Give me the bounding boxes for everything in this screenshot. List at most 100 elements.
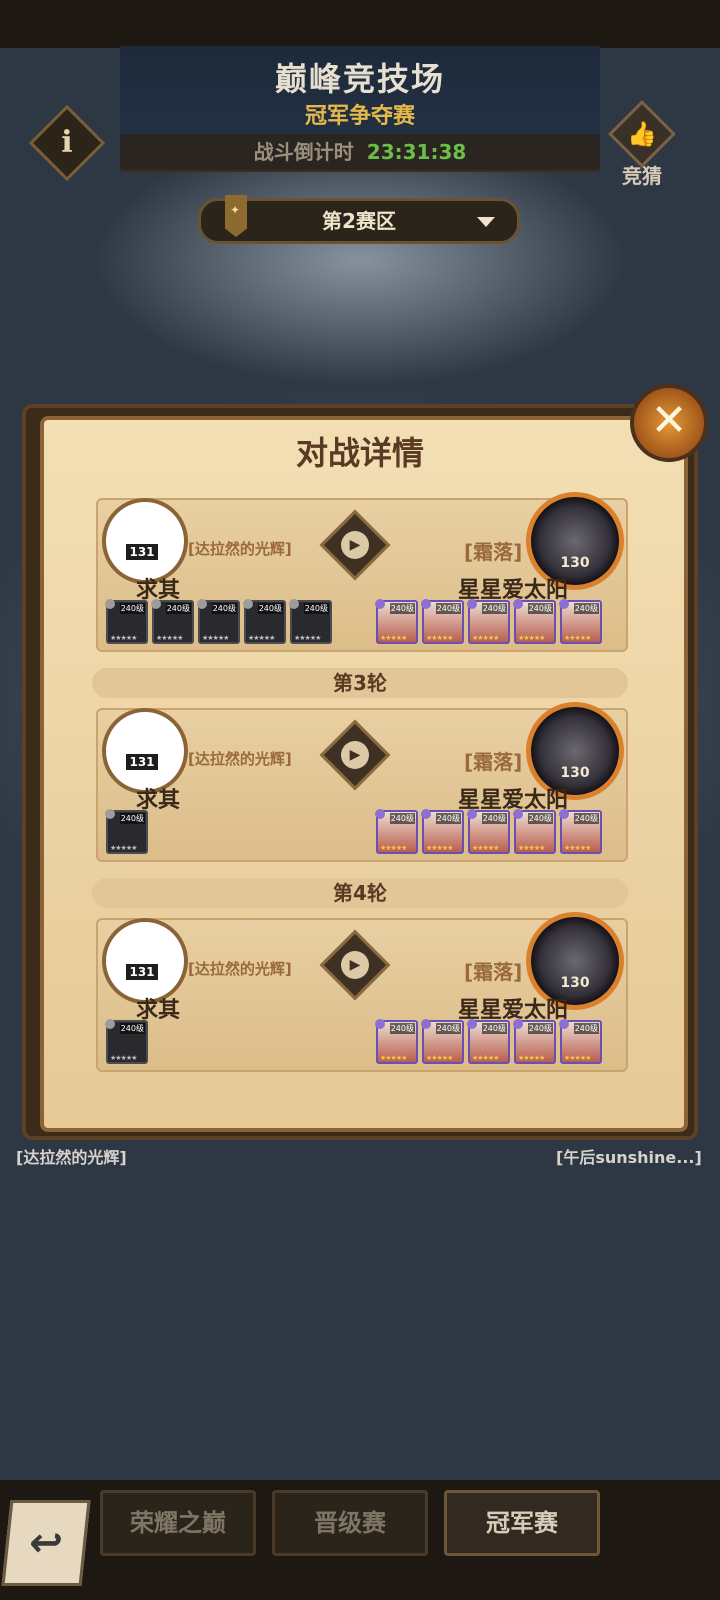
player-level: 131 bbox=[126, 754, 158, 770]
zone-label: 第2赛区 bbox=[322, 209, 396, 233]
opponent-guild: [霜落] bbox=[464, 960, 523, 984]
faction-icon bbox=[467, 599, 477, 609]
countdown-label: 战斗倒计时 bbox=[253, 140, 354, 164]
hero-slot[interactable]: 240级 ★★★★★ bbox=[559, 809, 602, 854]
star-rating: ★★★★★ bbox=[294, 634, 321, 642]
star-rating: ★★★★★ bbox=[472, 1054, 499, 1062]
match-card: 131 [达拉然的光辉] 求其 ▶ [霜落] 130 星星爱太阳 240级 ★★★… bbox=[96, 912, 628, 1072]
hero-slot[interactable]: 240级 ★★★★★ bbox=[421, 599, 464, 644]
play-icon: ▶ bbox=[341, 531, 369, 559]
star-rating: ★★★★★ bbox=[380, 1054, 407, 1062]
star-rating: ★★★★★ bbox=[472, 844, 499, 852]
tab-glory-peak[interactable]: 荣耀之巅 bbox=[100, 1490, 256, 1556]
faction-icon bbox=[421, 599, 431, 609]
guess-button[interactable]: 👍 竞猜 bbox=[604, 100, 680, 188]
star-rating: ★★★★★ bbox=[110, 1054, 137, 1062]
hero-slot[interactable]: 240级 ★★★★★ bbox=[375, 1019, 418, 1064]
hero-slot[interactable]: 240级 ★★★★★ bbox=[513, 809, 556, 854]
faction-icon bbox=[421, 1019, 431, 1029]
opponent-level: 130 bbox=[560, 975, 590, 991]
player-level: 131 bbox=[126, 544, 158, 560]
player-guild: [达拉然的光辉] bbox=[188, 540, 292, 558]
faction-icon bbox=[243, 599, 253, 609]
hero-slot[interactable]: 240级 ★★★★★ bbox=[289, 599, 332, 644]
faction-icon bbox=[197, 599, 207, 609]
star-rating: ★★★★★ bbox=[380, 634, 407, 642]
faction-icon bbox=[375, 809, 385, 819]
tab-promotion[interactable]: 晋级赛 bbox=[272, 1490, 428, 1556]
background-player-guild-right: [午后sunshine...] bbox=[556, 1148, 702, 1167]
faction-icon bbox=[559, 1019, 569, 1029]
thumbs-up-icon: 👍 bbox=[608, 100, 676, 168]
faction-icon bbox=[289, 599, 299, 609]
player-level: 131 bbox=[126, 964, 158, 980]
faction-icon bbox=[421, 809, 431, 819]
hero-slot[interactable]: 240级 ★★★★★ bbox=[105, 1019, 148, 1064]
status-bar bbox=[0, 0, 720, 48]
hero-slot[interactable]: 240级 ★★★★★ bbox=[467, 599, 510, 644]
faction-icon bbox=[513, 809, 523, 819]
dialog-title: 对战详情 bbox=[295, 434, 424, 472]
star-rating: ★★★★★ bbox=[518, 1054, 545, 1062]
hero-slot[interactable]: 240级 ★★★★★ bbox=[151, 599, 194, 644]
star-rating: ★★★★★ bbox=[564, 1054, 591, 1062]
hero-slot[interactable]: 240级 ★★★★★ bbox=[105, 599, 148, 644]
star-rating: ★★★★★ bbox=[518, 844, 545, 852]
replay-button[interactable]: ▶ bbox=[319, 509, 391, 581]
round-label: 第4轮 bbox=[92, 878, 628, 908]
star-rating: ★★★★★ bbox=[564, 844, 591, 852]
star-rating: ★★★★★ bbox=[202, 634, 229, 642]
player-guild: [达拉然的光辉] bbox=[188, 750, 292, 768]
hero-slot[interactable]: 240级 ★★★★★ bbox=[105, 809, 148, 854]
hero-slot[interactable]: 240级 ★★★★★ bbox=[467, 1019, 510, 1064]
chevron-down-icon bbox=[477, 217, 495, 227]
page-title: 巅峰竞技场 bbox=[274, 60, 445, 98]
opponent-level: 130 bbox=[560, 765, 590, 781]
star-rating: ★★★★★ bbox=[156, 634, 183, 642]
player-guild: [达拉然的光辉] bbox=[188, 960, 292, 978]
back-button[interactable]: ↩ bbox=[1, 1500, 91, 1586]
star-rating: ★★★★★ bbox=[518, 634, 545, 642]
hero-slot[interactable]: 240级 ★★★★★ bbox=[513, 599, 556, 644]
star-rating: ★★★★★ bbox=[472, 634, 499, 642]
faction-icon bbox=[105, 809, 115, 819]
hero-slot[interactable]: 240级 ★★★★★ bbox=[375, 809, 418, 854]
hero-slot[interactable]: 240级 ★★★★★ bbox=[421, 809, 464, 854]
back-arrow-icon: ↩ bbox=[26, 1520, 66, 1566]
opponent-guild: [霜落] bbox=[464, 540, 523, 564]
replay-button[interactable]: ▶ bbox=[319, 719, 391, 791]
faction-icon bbox=[375, 1019, 385, 1029]
faction-icon bbox=[375, 599, 385, 609]
hero-slot[interactable]: 240级 ★★★★★ bbox=[421, 1019, 464, 1064]
match-card: 131 [达拉然的光辉] 求其 ▶ [霜落] 130 星星爱太阳 240级 ★★★… bbox=[96, 702, 628, 862]
round-label: 第3轮 bbox=[92, 668, 628, 698]
hero-slot[interactable]: 240级 ★★★★★ bbox=[467, 809, 510, 854]
star-rating: ★★★★★ bbox=[426, 844, 453, 852]
play-icon: ▶ bbox=[341, 741, 369, 769]
faction-icon bbox=[559, 809, 569, 819]
faction-icon bbox=[513, 1019, 523, 1029]
faction-icon bbox=[467, 809, 477, 819]
faction-icon bbox=[105, 599, 115, 609]
play-icon: ▶ bbox=[341, 951, 369, 979]
opponent-level: 130 bbox=[560, 555, 590, 571]
match-card: 131 [达拉然的光辉] 求其 ▶ [霜落] 130 星星爱太阳 240级 ★★★… bbox=[96, 492, 628, 652]
faction-icon bbox=[559, 599, 569, 609]
replay-button[interactable]: ▶ bbox=[319, 929, 391, 1001]
close-icon: ✕ bbox=[650, 395, 688, 446]
star-rating: ★★★★★ bbox=[380, 844, 407, 852]
star-rating: ★★★★★ bbox=[426, 634, 453, 642]
faction-icon bbox=[151, 599, 161, 609]
hero-slot[interactable]: 240级 ★★★★★ bbox=[513, 1019, 556, 1064]
countdown-value: 23:31:38 bbox=[366, 140, 467, 164]
hero-slot[interactable]: 240级 ★★★★★ bbox=[559, 1019, 602, 1064]
hero-slot[interactable]: 240级 ★★★★★ bbox=[197, 599, 240, 644]
close-button[interactable]: ✕ bbox=[630, 384, 708, 462]
star-rating: ★★★★★ bbox=[564, 634, 591, 642]
star-rating: ★★★★★ bbox=[110, 634, 137, 642]
zone-dropdown[interactable]: ✦ 第2赛区 bbox=[198, 195, 520, 244]
hero-slot[interactable]: 240级 ★★★★★ bbox=[375, 599, 418, 644]
hero-slot[interactable]: 240级 ★★★★★ bbox=[243, 599, 286, 644]
tab-championship[interactable]: 冠军赛 bbox=[444, 1490, 600, 1556]
hero-slot[interactable]: 240级 ★★★★★ bbox=[559, 599, 602, 644]
